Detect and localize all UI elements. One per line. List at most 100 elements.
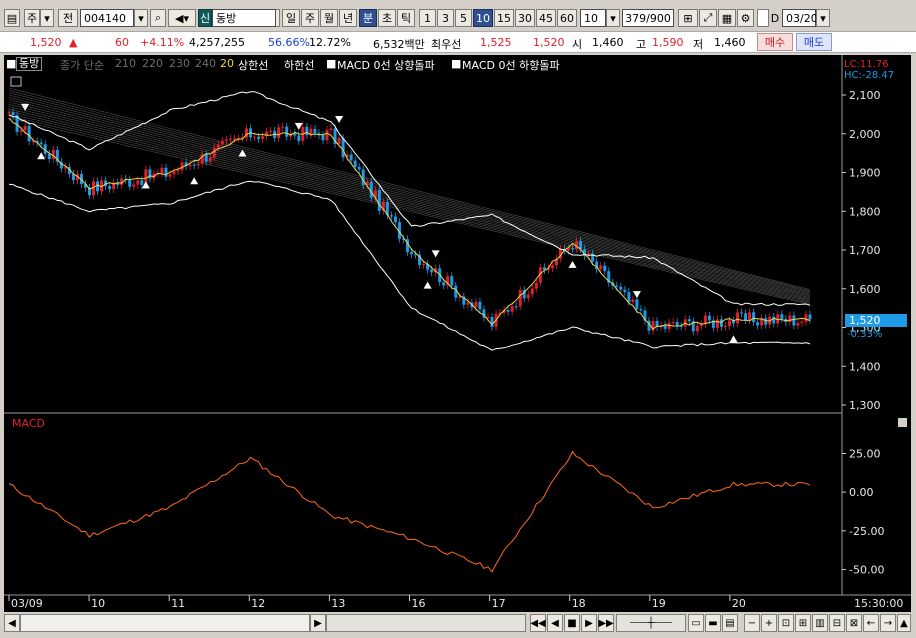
buy-button[interactable]: 매수: [757, 33, 793, 51]
interval-45[interactable]: 45: [536, 9, 556, 27]
axis-toggle-icon[interactable]: ⊟: [829, 614, 845, 632]
nav-next-icon[interactable]: ▶: [581, 614, 597, 632]
count-dropdown-icon[interactable]: ▾: [606, 9, 620, 27]
plus-icon[interactable]: +: [761, 614, 777, 632]
ma-bundle-line: [8, 101, 811, 297]
scroll-track[interactable]: [20, 614, 310, 632]
ma-bundle-line: [8, 111, 811, 302]
interval-60[interactable]: 60: [557, 9, 577, 27]
signal-up-arrow-icon: [238, 149, 247, 157]
market-select[interactable]: 주: [24, 9, 40, 27]
indicator-icon[interactable]: ⊞: [678, 9, 698, 27]
price-tick-label: 1,300: [849, 399, 881, 412]
date-picker-icon[interactable]: ▾: [816, 9, 830, 27]
price-tick-label: 1,400: [849, 360, 881, 373]
lc-label: LC:11.76: [844, 59, 889, 70]
expand-icon[interactable]: ⊞: [795, 614, 811, 632]
chart-area[interactable]: 2,100 2,000 1,900 1,800 1,700 1,600 1,500 1,400…: [4, 55, 911, 612]
prefix-button[interactable]: 전: [58, 9, 78, 27]
macd-tick-label: 25.00: [849, 447, 881, 460]
page-count-field[interactable]: 379/900: [622, 9, 674, 27]
legend-stock-name[interactable]: 동방: [16, 57, 43, 71]
chart-menu-icon[interactable]: ▤: [4, 9, 20, 27]
candle-body: [253, 136, 257, 138]
candle-body: [675, 321, 679, 326]
gear-icon[interactable]: ⚙: [737, 9, 754, 27]
candle-body: [780, 314, 784, 319]
candle-body: [329, 128, 333, 130]
time-label: 15:30:00: [854, 597, 903, 610]
draw-tool-icon[interactable]: ⤢: [699, 9, 717, 27]
candle-body: [325, 129, 329, 141]
tab-month[interactable]: 월: [320, 9, 338, 27]
date-input[interactable]: 03/20: [782, 9, 818, 27]
candle-body: [208, 157, 212, 162]
market-dropdown-icon[interactable]: ▾: [40, 9, 54, 27]
ratio-2: 12.72%: [309, 36, 351, 49]
tab-year[interactable]: 년: [339, 9, 357, 27]
stock-code-input[interactable]: 004140: [80, 9, 134, 27]
interval-1[interactable]: 1: [419, 9, 436, 27]
nav-stop-icon[interactable]: ■: [564, 614, 580, 632]
candle-body: [232, 138, 236, 140]
nav-prev-icon[interactable]: ◀: [547, 614, 563, 632]
candle-body: [526, 294, 530, 299]
date-checkbox[interactable]: [757, 9, 769, 27]
legend-bb-upper: 상한선: [238, 59, 269, 72]
price-tick-label: 2,100: [849, 89, 881, 102]
tab-minute[interactable]: 분: [359, 9, 377, 27]
scroll-thumb[interactable]: [326, 614, 526, 632]
candle-body: [623, 289, 627, 293]
sell-button[interactable]: 매도: [796, 33, 832, 51]
candle-body: [297, 135, 301, 141]
candle-body: [7, 112, 11, 114]
move-left-icon[interactable]: ←: [863, 614, 879, 632]
tab-tick[interactable]: 틱: [397, 9, 415, 27]
interval-3[interactable]: 3: [437, 9, 454, 27]
stock-name-field[interactable]: 동방: [212, 9, 276, 27]
layout-icon[interactable]: ▥: [812, 614, 828, 632]
macd-close-icon[interactable]: [898, 418, 907, 427]
nav-first-icon[interactable]: ◀◀: [530, 614, 546, 632]
nav-last-icon[interactable]: ▶▶: [598, 614, 614, 632]
fit-icon[interactable]: ▤: [722, 614, 738, 632]
candle-body: [27, 125, 31, 142]
candle-body: [353, 160, 357, 167]
speaker-icon[interactable]: ◀▾: [168, 9, 196, 27]
zoom-in-icon[interactable]: ▬: [705, 614, 721, 632]
time-tick-label: 18: [572, 597, 586, 610]
candle-body: [518, 290, 522, 307]
candle-body: [788, 315, 792, 323]
candle-body: [269, 130, 273, 132]
macd-line: [8, 450, 811, 573]
interval-15[interactable]: 15: [494, 9, 514, 27]
count-input[interactable]: 10: [580, 9, 606, 27]
tab-second[interactable]: 초: [378, 9, 396, 27]
move-up-icon[interactable]: ▲: [897, 614, 911, 632]
chart-canvas[interactable]: 2,1002,0001,9001,8001,7001,6001,5001,400…: [4, 55, 911, 612]
move-right-icon[interactable]: →: [880, 614, 896, 632]
ruler-icon[interactable]: ⊠: [846, 614, 862, 632]
code-dropdown-icon[interactable]: ▾: [134, 9, 148, 27]
zoom-slider[interactable]: ┄┄┄┼┄┄┄: [616, 614, 686, 632]
lock-icon[interactable]: ⊡: [778, 614, 794, 632]
open-price: 1,460: [592, 36, 624, 49]
minus-icon[interactable]: −: [744, 614, 760, 632]
zoom-out-icon[interactable]: ▭: [688, 614, 704, 632]
tab-week[interactable]: 주: [301, 9, 319, 27]
candle-body: [136, 180, 140, 185]
interval-10[interactable]: 10: [473, 9, 493, 27]
interval-5[interactable]: 5: [455, 9, 472, 27]
candle-body: [599, 265, 603, 270]
compare-icon[interactable]: ▦: [718, 9, 736, 27]
candle-body: [723, 325, 727, 327]
candle-body: [19, 130, 23, 132]
legend-ma-label: 종가 단순: [60, 59, 104, 72]
price-tick-label: 1,600: [849, 283, 881, 296]
tab-day[interactable]: 일: [282, 9, 300, 27]
scroll-right-icon[interactable]: ▶: [310, 614, 326, 632]
scroll-left-icon[interactable]: ◀: [4, 614, 20, 632]
search-icon[interactable]: ⌕: [150, 9, 166, 27]
interval-30[interactable]: 30: [515, 9, 535, 27]
panel-settings-icon[interactable]: [10, 76, 22, 87]
